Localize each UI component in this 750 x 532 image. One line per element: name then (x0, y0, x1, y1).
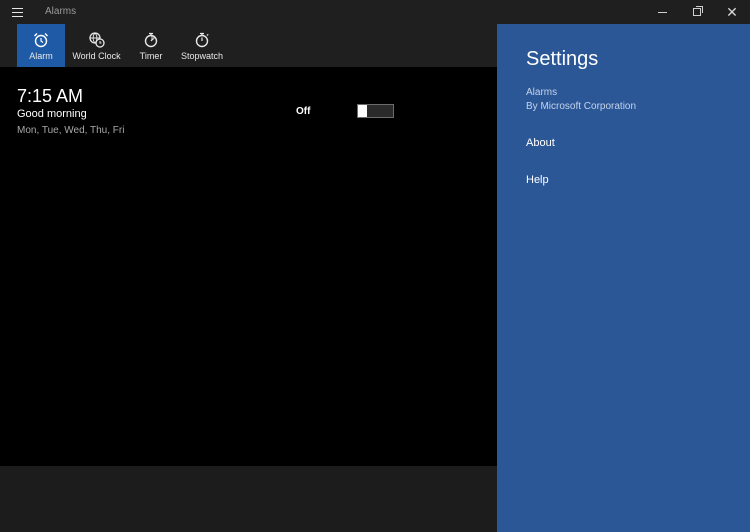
timer-icon (142, 31, 160, 49)
title-bar: Alarms ✕ (0, 0, 750, 24)
alarm-name: Good morning (17, 108, 87, 120)
bottom-app-bar (0, 466, 497, 532)
tab-bar: Alarm World Clock Timer Stopwatch (0, 24, 497, 67)
hamburger-icon (11, 7, 23, 17)
about-link[interactable]: About (526, 137, 555, 149)
alarm-time: 7:15 AM (17, 86, 84, 106)
tab-alarm-label: Alarm (29, 51, 53, 61)
minimize-icon (657, 11, 667, 13)
minimize-button[interactable] (645, 0, 679, 24)
world-clock-icon (88, 31, 106, 49)
tab-alarm[interactable]: Alarm (17, 24, 65, 67)
toggle-knob (358, 105, 367, 117)
settings-publisher: By Microsoft Corporation (526, 101, 637, 112)
maximize-button[interactable] (680, 0, 714, 24)
restore-icon (693, 6, 703, 16)
help-link[interactable]: Help (526, 174, 549, 186)
tab-world-clock-label: World Clock (72, 51, 121, 61)
alarm-clock-icon (32, 31, 50, 49)
alarms-app-window: Alarms ✕ Alarm World Clock Timer Stopwat… (0, 0, 750, 532)
tab-timer[interactable]: Timer (134, 24, 168, 67)
close-button[interactable]: ✕ (715, 0, 749, 24)
tab-stopwatch[interactable]: Stopwatch (178, 24, 226, 67)
settings-app-name: Alarms (526, 87, 558, 98)
window-title: Alarms (45, 6, 77, 17)
alarm-toggle-switch[interactable] (357, 104, 394, 118)
hamburger-menu-button[interactable] (0, 0, 34, 24)
alarm-state-label: Off (296, 106, 311, 117)
stopwatch-icon (193, 31, 211, 49)
settings-title: Settings (526, 48, 599, 70)
alarm-days: Mon, Tue, Wed, Thu, Fri (17, 125, 125, 136)
tab-timer-label: Timer (139, 51, 163, 61)
tab-stopwatch-label: Stopwatch (180, 51, 224, 61)
close-icon: ✕ (726, 4, 738, 20)
settings-panel: Settings Alarms By Microsoft Corporation… (497, 24, 750, 532)
tab-world-clock[interactable]: World Clock (69, 24, 124, 67)
